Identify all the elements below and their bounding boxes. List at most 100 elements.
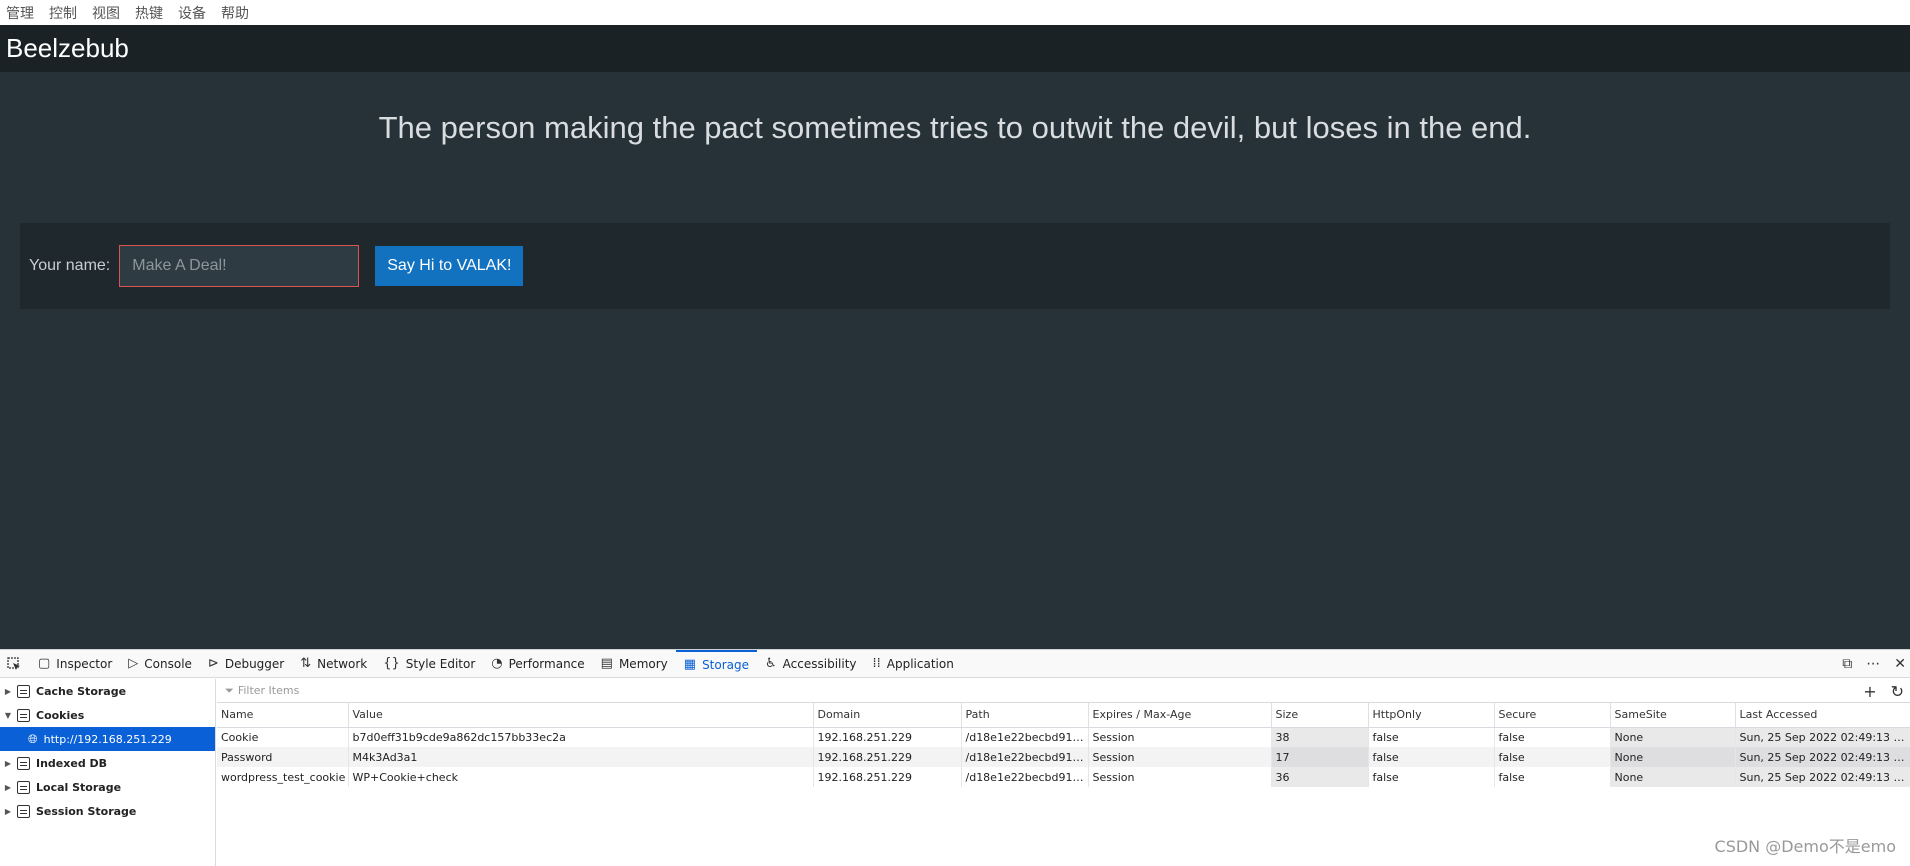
cell-name[interactable]: wordpress_test_cookie xyxy=(217,767,348,787)
filter-input[interactable]: Filter Items xyxy=(238,684,300,697)
cell-value[interactable]: M4k3Ad3a1 xyxy=(348,747,813,767)
tab-label: Accessibility xyxy=(783,657,857,671)
devtools-toolbar: ▢Inspector ▷ Console ⊳Debugger ⇅Network {… xyxy=(0,650,1910,678)
table-row[interactable]: wordpress_test_cookie WP+Cookie+check 19… xyxy=(217,767,1910,787)
menu-devices[interactable]: 设备 xyxy=(178,3,206,23)
cell-secure[interactable]: false xyxy=(1494,747,1610,767)
cell-last-accessed[interactable]: Sun, 25 Sep 2022 02:49:13 GMT xyxy=(1735,727,1910,747)
cell-expires[interactable]: Session xyxy=(1088,767,1271,787)
gauge-icon: ◔ xyxy=(491,656,502,671)
cell-domain[interactable]: 192.168.251.229 xyxy=(813,767,961,787)
devtools-body: ▶ Cache Storage ▼ Cookies 🌐︎ http://192.… xyxy=(0,679,1910,866)
cell-secure[interactable]: false xyxy=(1494,767,1610,787)
cell-domain[interactable]: 192.168.251.229 xyxy=(813,747,961,767)
table-row[interactable]: Cookie b7d0eff31b9cde9a862dc157bb33ec2a … xyxy=(217,727,1910,747)
refresh-icon[interactable]: ↻ xyxy=(1891,682,1904,701)
tab-network[interactable]: ⇅Network xyxy=(292,650,375,678)
cell-samesite[interactable]: None xyxy=(1610,767,1735,787)
cell-path[interactable]: /d18e1e22becbd915b… xyxy=(961,727,1088,747)
say-hi-button[interactable]: Say Hi to VALAK! xyxy=(375,246,523,286)
cell-last-accessed[interactable]: Sun, 25 Sep 2022 02:49:13 GMT xyxy=(1735,767,1910,787)
cell-samesite[interactable]: None xyxy=(1610,747,1735,767)
expand-arrow-icon[interactable]: ▶ xyxy=(2,807,14,816)
cell-last-accessed[interactable]: Sun, 25 Sep 2022 02:49:13 GMT xyxy=(1735,747,1910,767)
close-icon[interactable]: ✕ xyxy=(1894,656,1906,672)
database-icon xyxy=(17,685,30,698)
menu-hotkeys[interactable]: 热键 xyxy=(135,3,163,23)
cell-httponly[interactable]: false xyxy=(1368,727,1494,747)
cell-samesite[interactable]: None xyxy=(1610,727,1735,747)
tab-label: Memory xyxy=(619,657,668,671)
cell-path[interactable]: /d18e1e22becbd915b… xyxy=(961,767,1088,787)
add-item-icon[interactable]: + xyxy=(1863,682,1876,701)
tree-label: Local Storage xyxy=(36,781,121,794)
tree-local-storage[interactable]: ▶ Local Storage xyxy=(0,775,215,799)
col-samesite[interactable]: SameSite xyxy=(1610,703,1735,727)
expand-arrow-icon[interactable]: ▶ xyxy=(2,687,14,696)
menu-help[interactable]: 帮助 xyxy=(221,3,249,23)
globe-icon: 🌐︎ xyxy=(28,732,38,747)
tab-storage[interactable]: ▦Storage xyxy=(676,650,757,678)
col-path[interactable]: Path xyxy=(961,703,1088,727)
cell-expires[interactable]: Session xyxy=(1088,727,1271,747)
cell-domain[interactable]: 192.168.251.229 xyxy=(813,727,961,747)
dock-side-icon[interactable]: ⧉ xyxy=(1842,656,1852,672)
tab-label: Console xyxy=(144,657,192,671)
menu-manage[interactable]: 管理 xyxy=(6,3,34,23)
name-input[interactable] xyxy=(119,245,359,287)
cell-httponly[interactable]: false xyxy=(1368,747,1494,767)
filter-actions: + ↻ xyxy=(1849,679,1904,703)
col-secure[interactable]: Secure xyxy=(1494,703,1610,727)
cell-value[interactable]: WP+Cookie+check xyxy=(348,767,813,787)
menu-view[interactable]: 视图 xyxy=(92,3,120,23)
col-value[interactable]: Value xyxy=(348,703,813,727)
cell-httponly[interactable]: false xyxy=(1368,767,1494,787)
site-brand[interactable]: Beelzebub xyxy=(6,33,129,64)
page-tagline: The person making the pact sometimes tri… xyxy=(0,110,1910,146)
tab-style-editor[interactable]: {}Style Editor xyxy=(375,650,483,678)
cell-name[interactable]: Cookie xyxy=(217,727,348,747)
tree-label: Cache Storage xyxy=(36,685,126,698)
element-picker-icon[interactable] xyxy=(2,650,26,678)
tab-label: Performance xyxy=(509,657,585,671)
expand-arrow-icon[interactable]: ▶ xyxy=(2,759,14,768)
tab-memory[interactable]: ▤Memory xyxy=(593,650,676,678)
collapse-arrow-icon[interactable]: ▼ xyxy=(2,711,14,720)
table-row[interactable]: Password M4k3Ad3a1 192.168.251.229 /d18e… xyxy=(217,747,1910,767)
menu-control[interactable]: 控制 xyxy=(49,3,77,23)
tab-application[interactable]: ⁞⁞Application xyxy=(865,650,962,678)
cell-expires[interactable]: Session xyxy=(1088,747,1271,767)
site-header: Beelzebub xyxy=(0,25,1910,72)
tab-accessibility[interactable]: ♿Accessibility xyxy=(757,650,865,678)
cell-secure[interactable]: false xyxy=(1494,727,1610,747)
cell-size[interactable]: 17 xyxy=(1271,747,1368,767)
cell-size[interactable]: 36 xyxy=(1271,767,1368,787)
console-icon: ▷ xyxy=(128,656,138,671)
debugger-icon: ⊳ xyxy=(208,656,219,671)
tree-cookies[interactable]: ▼ Cookies xyxy=(0,703,215,727)
tab-performance[interactable]: ◔ Performance xyxy=(483,650,592,678)
tab-console[interactable]: ▷ Console xyxy=(120,650,200,678)
tab-debugger[interactable]: ⊳Debugger xyxy=(200,650,292,678)
tree-cache-storage[interactable]: ▶ Cache Storage xyxy=(0,679,215,703)
tree-cookie-host[interactable]: 🌐︎ http://192.168.251.229 xyxy=(0,727,215,751)
network-icon: ⇅ xyxy=(300,656,311,671)
expand-arrow-icon[interactable]: ▶ xyxy=(2,783,14,792)
cell-name[interactable]: Password xyxy=(217,747,348,767)
col-domain[interactable]: Domain xyxy=(813,703,961,727)
tree-indexed-db[interactable]: ▶ Indexed DB xyxy=(0,751,215,775)
cell-value[interactable]: b7d0eff31b9cde9a862dc157bb33ec2a xyxy=(348,727,813,747)
tree-session-storage[interactable]: ▶ Session Storage xyxy=(0,799,215,823)
cell-size[interactable]: 38 xyxy=(1271,727,1368,747)
col-last-accessed[interactable]: Last Accessed xyxy=(1735,703,1910,727)
col-expires[interactable]: Expires / Max-Age xyxy=(1088,703,1271,727)
tab-inspector[interactable]: ▢Inspector xyxy=(30,650,120,678)
col-size[interactable]: Size xyxy=(1271,703,1368,727)
col-name[interactable]: Name xyxy=(217,703,348,727)
more-options-icon[interactable]: ⋯ xyxy=(1866,656,1880,672)
database-icon xyxy=(17,757,30,770)
database-icon xyxy=(17,781,30,794)
col-httponly[interactable]: HttpOnly xyxy=(1368,703,1494,727)
greeting-form: Your name: Say Hi to VALAK! xyxy=(20,223,1890,309)
cell-path[interactable]: /d18e1e22becbd915b… xyxy=(961,747,1088,767)
